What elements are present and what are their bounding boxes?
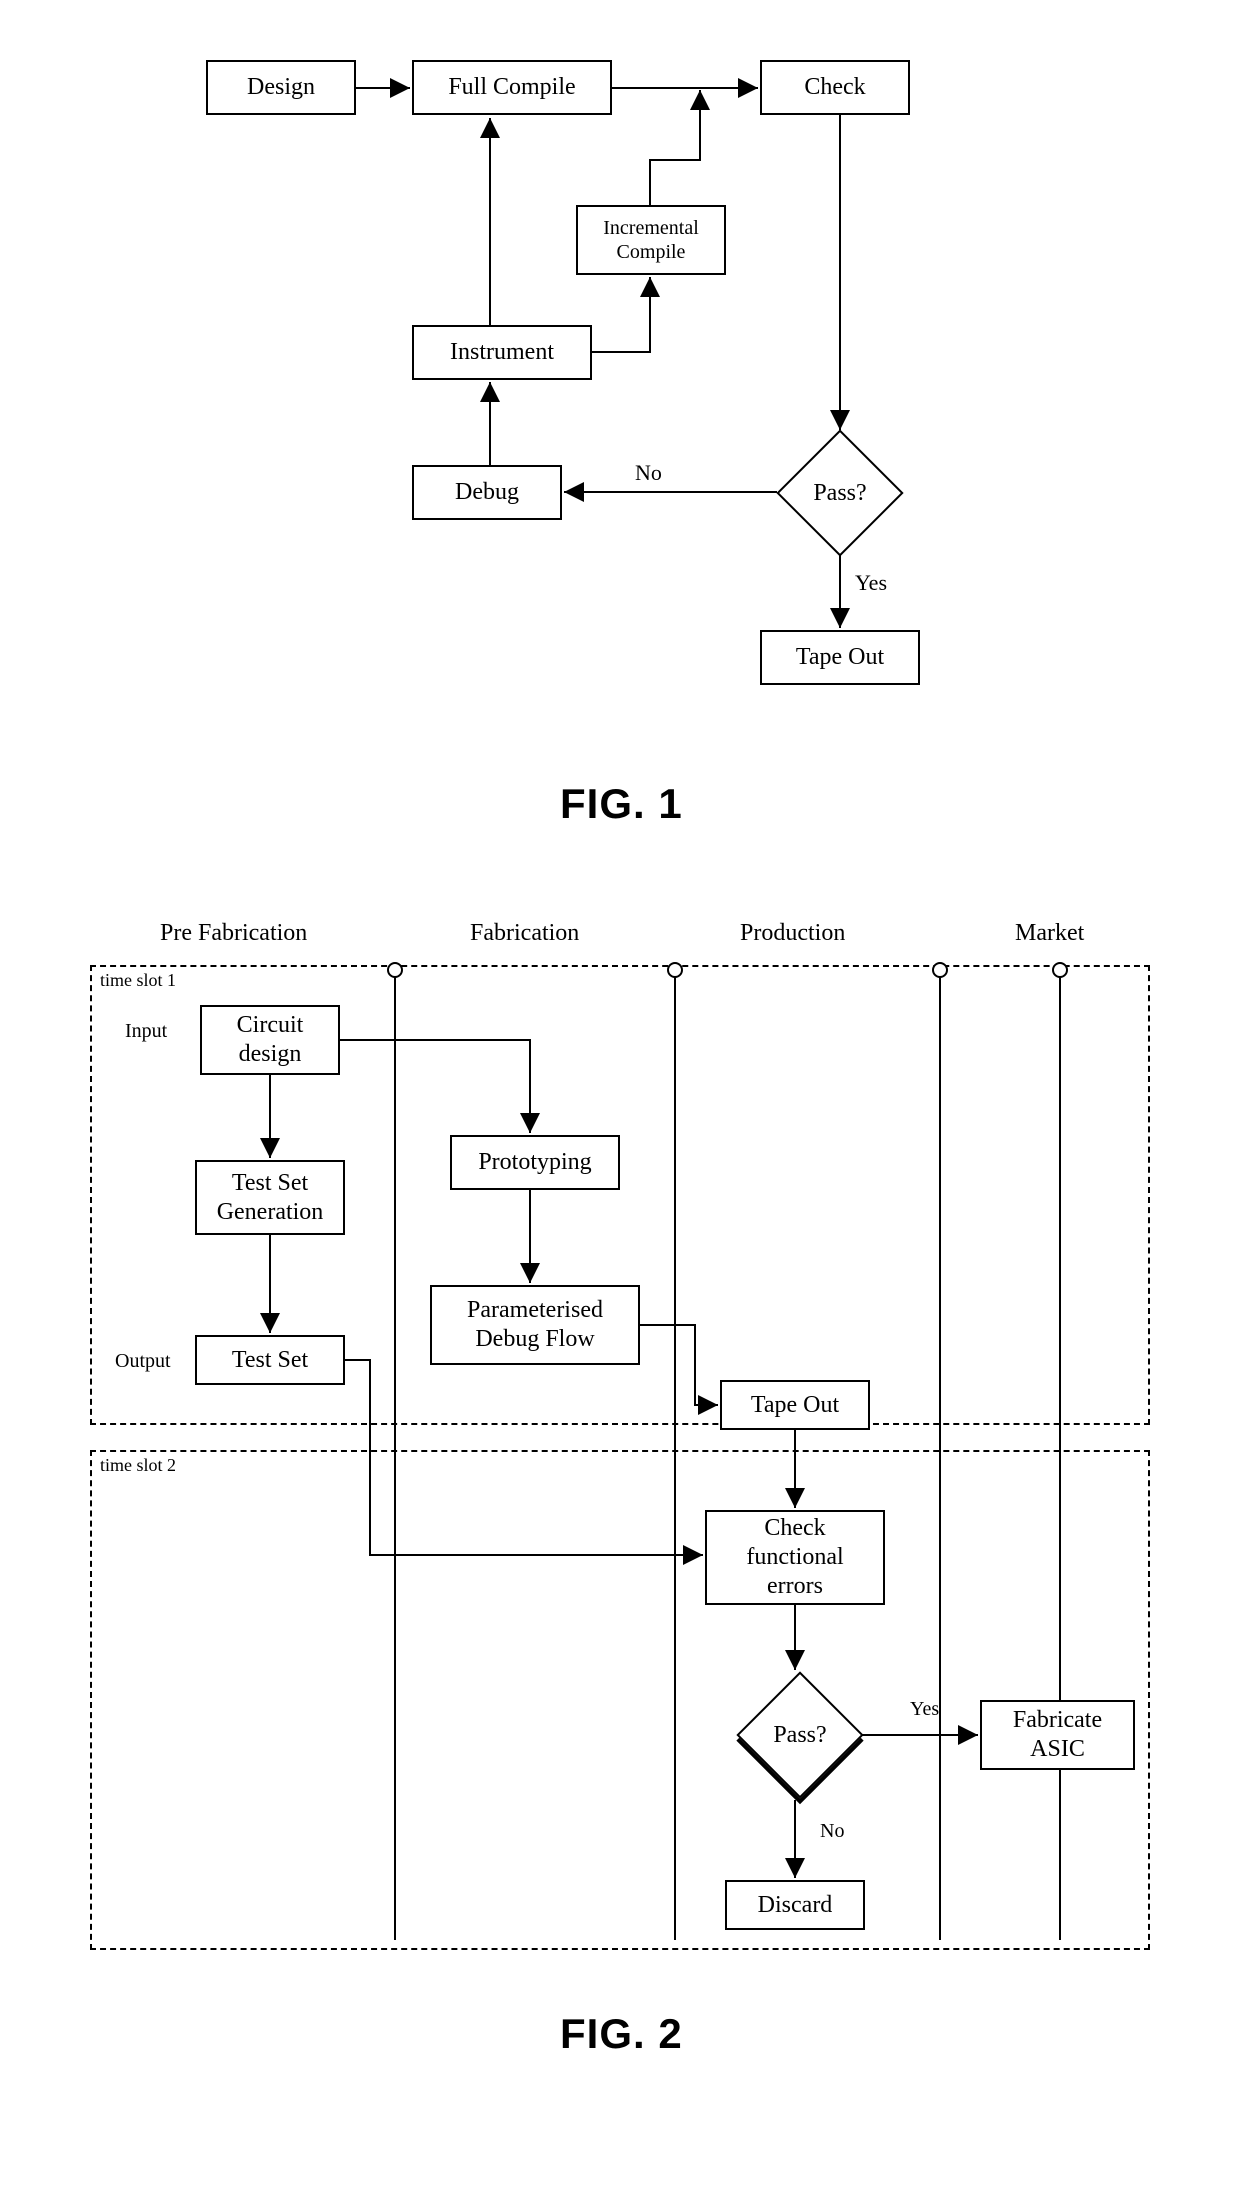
box-discard: Discard	[725, 1880, 865, 1930]
edge-label-yes-2: Yes	[910, 1698, 939, 1721]
caption-fig2: FIG. 2	[560, 2010, 683, 2058]
text-incremental-compile: Incremental Compile	[603, 216, 699, 264]
box-debug: Debug	[412, 465, 562, 520]
text-discard: Discard	[758, 1891, 833, 1920]
box-fabricate-asic: Fabricate ASIC	[980, 1700, 1135, 1770]
edge-label-no-1: No	[635, 460, 662, 486]
page: Design Full Compile Check Incremental Co…	[0, 0, 1240, 2185]
box-circuit-design: Circuit design	[200, 1005, 340, 1075]
text-testset-gen: Test Set Generation	[217, 1169, 324, 1227]
box-design: Design	[206, 60, 356, 115]
lane-production: Production	[740, 920, 845, 947]
frame-label-slot2: time slot 2	[100, 1455, 176, 1476]
text-check: Check	[804, 73, 865, 102]
text-param-debug: Parameterised Debug Flow	[467, 1296, 603, 1354]
text-fabricate-asic: Fabricate ASIC	[1013, 1706, 1102, 1764]
lane-pre-fabrication: Pre Fabrication	[160, 920, 307, 947]
box-incremental-compile: Incremental Compile	[576, 205, 726, 275]
caption-fig1: FIG. 1	[560, 780, 683, 828]
decision-pass-1	[776, 429, 903, 556]
box-testset-gen: Test Set Generation	[195, 1160, 345, 1235]
box-check: Check	[760, 60, 910, 115]
lane-fabrication: Fabrication	[470, 920, 579, 947]
io-input: Input	[125, 1020, 167, 1043]
box-tape-out-2: Tape Out	[720, 1380, 870, 1430]
box-check-errors: Check functional errors	[705, 1510, 885, 1605]
box-prototyping: Prototyping	[450, 1135, 620, 1190]
box-instrument: Instrument	[412, 325, 592, 380]
text-tape-out-1: Tape Out	[796, 643, 884, 672]
io-output: Output	[115, 1350, 171, 1373]
text-instrument: Instrument	[450, 338, 554, 367]
frame-label-slot1: time slot 1	[100, 970, 176, 991]
box-testset: Test Set	[195, 1335, 345, 1385]
text-full-compile: Full Compile	[448, 73, 575, 102]
text-testset: Test Set	[232, 1346, 308, 1375]
lane-market: Market	[1015, 920, 1084, 947]
text-prototyping: Prototyping	[478, 1148, 591, 1177]
box-tape-out-1: Tape Out	[760, 630, 920, 685]
box-full-compile: Full Compile	[412, 60, 612, 115]
edge-label-no-2: No	[820, 1820, 844, 1843]
text-tape-out-2: Tape Out	[751, 1391, 839, 1420]
box-param-debug: Parameterised Debug Flow	[430, 1285, 640, 1365]
arrows-fig1	[0, 0, 1240, 900]
text-debug: Debug	[455, 478, 519, 507]
edge-label-yes-1: Yes	[855, 570, 887, 596]
text-design: Design	[247, 73, 315, 102]
text-check-errors: Check functional errors	[746, 1514, 843, 1600]
text-circuit-design: Circuit design	[237, 1011, 304, 1069]
